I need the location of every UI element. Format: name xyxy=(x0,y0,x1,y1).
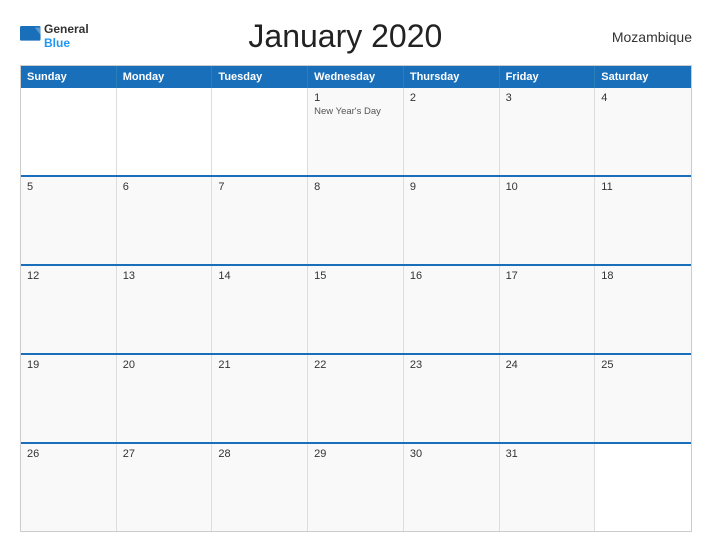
day-number: 31 xyxy=(506,448,589,460)
day-cell: 3 xyxy=(500,88,596,175)
day-number: 27 xyxy=(123,448,206,460)
day-number: 6 xyxy=(123,181,206,193)
day-name-header: Monday xyxy=(117,66,213,88)
week-row: 5 67 8 9 10 11 xyxy=(21,175,691,264)
day-cell: 31 xyxy=(500,444,596,531)
day-cell: 22 xyxy=(308,355,404,442)
day-cell: 15 xyxy=(308,266,404,353)
day-number: 1 xyxy=(314,92,397,104)
day-number: 19 xyxy=(27,359,110,371)
day-number: 8 xyxy=(314,181,397,193)
day-number: 23 xyxy=(410,359,493,371)
day-cell xyxy=(21,88,117,175)
day-cell: 6 xyxy=(117,177,213,264)
day-cell xyxy=(212,88,308,175)
country-label: Mozambique xyxy=(602,29,692,45)
day-cell: 16 xyxy=(404,266,500,353)
day-number: 2 xyxy=(410,92,493,104)
day-cell: 28 xyxy=(212,444,308,531)
day-cell: 25 xyxy=(595,355,691,442)
week-row: 12 13 14 15 16 17 18 xyxy=(21,264,691,353)
week-row: 26 27 28 29 30 31 xyxy=(21,442,691,531)
calendar-grid: SundayMondayTuesdayWednesdayThursdayFrid… xyxy=(20,65,692,532)
day-cell: 29 xyxy=(308,444,404,531)
day-cell: 12 xyxy=(21,266,117,353)
calendar-page: General Blue January 2020 Mozambique Sun… xyxy=(0,0,712,550)
day-number: 14 xyxy=(218,270,301,282)
logo: General Blue xyxy=(20,23,89,49)
day-cell xyxy=(117,88,213,175)
day-number: 20 xyxy=(123,359,206,371)
logo-icon xyxy=(20,26,42,48)
day-cell: 8 xyxy=(308,177,404,264)
day-name-header: Wednesday xyxy=(308,66,404,88)
day-cell: 9 xyxy=(404,177,500,264)
day-number: 10 xyxy=(506,181,589,193)
day-cell: 24 xyxy=(500,355,596,442)
day-number: 12 xyxy=(27,270,110,282)
logo-line1: General xyxy=(44,23,89,36)
page-header: General Blue January 2020 Mozambique xyxy=(20,18,692,55)
calendar-header-row: SundayMondayTuesdayWednesdayThursdayFrid… xyxy=(21,66,691,88)
day-number: 24 xyxy=(506,359,589,371)
day-event: New Year's Day xyxy=(314,106,397,117)
day-number: 17 xyxy=(506,270,589,282)
day-cell xyxy=(595,444,691,531)
day-number: 13 xyxy=(123,270,206,282)
day-cell: 21 xyxy=(212,355,308,442)
day-number: 22 xyxy=(314,359,397,371)
day-number: 25 xyxy=(601,359,685,371)
day-name-header: Saturday xyxy=(595,66,691,88)
logo-text: General Blue xyxy=(44,23,89,49)
week-row: 19 20 21 22 23 24 25 xyxy=(21,353,691,442)
day-cell: 17 xyxy=(500,266,596,353)
day-cell: 13 xyxy=(117,266,213,353)
day-cell: 11 xyxy=(595,177,691,264)
day-number: 15 xyxy=(314,270,397,282)
day-number: 28 xyxy=(218,448,301,460)
calendar-body: 1New Year's Day2345678910111213141516171… xyxy=(21,88,691,531)
day-number: 30 xyxy=(410,448,493,460)
day-number: 7 xyxy=(218,181,301,193)
day-cell: 30 xyxy=(404,444,500,531)
day-number: 11 xyxy=(601,181,685,193)
page-title: January 2020 xyxy=(89,18,602,55)
day-number: 16 xyxy=(410,270,493,282)
day-number: 26 xyxy=(27,448,110,460)
day-number: 29 xyxy=(314,448,397,460)
day-number: 4 xyxy=(601,92,685,104)
day-number: 18 xyxy=(601,270,685,282)
day-cell: 18 xyxy=(595,266,691,353)
day-cell: 4 xyxy=(595,88,691,175)
day-name-header: Friday xyxy=(500,66,596,88)
day-cell: 19 xyxy=(21,355,117,442)
day-number: 5 xyxy=(27,181,110,193)
day-number: 3 xyxy=(506,92,589,104)
week-row: 1 New Year's Day 2 34 xyxy=(21,88,691,175)
day-cell: 5 xyxy=(21,177,117,264)
day-cell: 26 xyxy=(21,444,117,531)
day-cell: 10 xyxy=(500,177,596,264)
day-name-header: Sunday xyxy=(21,66,117,88)
day-name-header: Thursday xyxy=(404,66,500,88)
day-number: 9 xyxy=(410,181,493,193)
day-name-header: Tuesday xyxy=(212,66,308,88)
logo-line2: Blue xyxy=(44,37,89,50)
day-cell: 7 xyxy=(212,177,308,264)
day-cell: 1 New Year's Day xyxy=(308,88,404,175)
day-cell: 2 xyxy=(404,88,500,175)
day-cell: 27 xyxy=(117,444,213,531)
day-cell: 20 xyxy=(117,355,213,442)
day-cell: 14 xyxy=(212,266,308,353)
day-number: 21 xyxy=(218,359,301,371)
day-cell: 23 xyxy=(404,355,500,442)
